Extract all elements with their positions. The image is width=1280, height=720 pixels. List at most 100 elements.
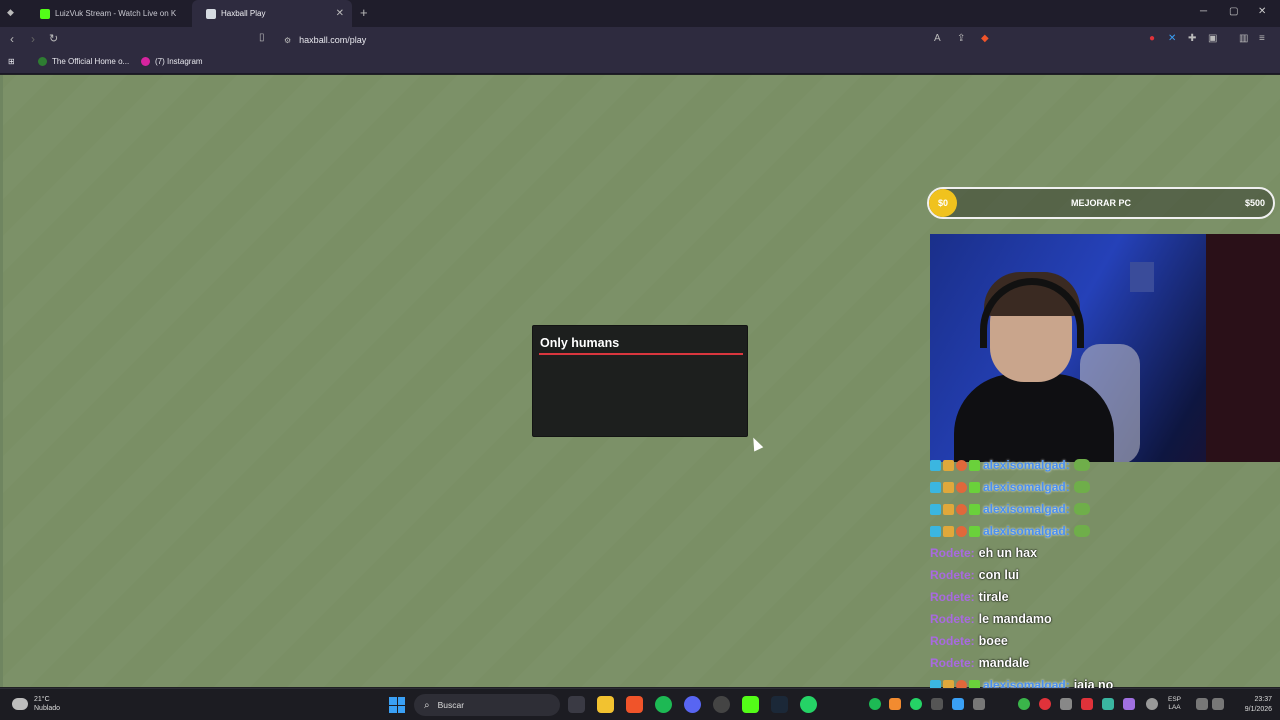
- menu-icon[interactable]: ≡: [1259, 33, 1265, 44]
- chat-username: alexisomalgad:: [983, 524, 1070, 538]
- bookmark-official-home[interactable]: The Official Home o...: [38, 57, 129, 66]
- new-tab-button[interactable]: +: [360, 5, 368, 20]
- tray-whatsapp-icon[interactable]: [910, 698, 922, 710]
- extensions-puzzle-icon[interactable]: ✚: [1188, 33, 1196, 44]
- chat-username: Rodete:: [930, 656, 975, 670]
- chat-message: alexisomalgad:: [930, 500, 1090, 518]
- task-view-icon[interactable]: [568, 696, 585, 713]
- back-icon[interactable]: ‹: [10, 32, 14, 46]
- wallet-icon[interactable]: ▣: [1208, 33, 1217, 44]
- tray-icon[interactable]: [1060, 698, 1072, 710]
- chat-text: tirale: [978, 590, 1009, 604]
- emote-icon: [1073, 525, 1090, 537]
- microphone-icon[interactable]: [1146, 698, 1158, 710]
- chat-username: Rodete:: [930, 634, 975, 648]
- steam-icon[interactable]: [771, 696, 788, 713]
- search-icon: ⌕: [424, 699, 430, 711]
- chat-badges: [930, 503, 980, 515]
- minimize-icon[interactable]: ─: [1200, 6, 1207, 17]
- bookmark-favicon-icon: [38, 57, 47, 66]
- goal-title: MEJORAR PC: [1070, 198, 1131, 208]
- reload-icon[interactable]: ↻: [49, 32, 58, 45]
- site-settings-icon[interactable]: ⚙: [284, 36, 291, 45]
- extension-icon[interactable]: ✕: [1168, 33, 1176, 44]
- chat-message: alexisomalgad:: [930, 522, 1090, 540]
- bookmark-icon[interactable]: ▯: [259, 32, 265, 43]
- brave-shields-icon[interactable]: ◆: [981, 33, 989, 44]
- start-button[interactable]: [389, 697, 405, 713]
- windows-taskbar: 21°C Nublado ⌕ Buscar ESP LAA 23:37 9/1/…: [0, 688, 1280, 720]
- chat-username: Rodete:: [930, 590, 975, 604]
- chat-message: alexisomalgad:: [930, 456, 1090, 474]
- tray-icon[interactable]: [931, 698, 943, 710]
- translate-icon[interactable]: A: [934, 33, 941, 44]
- browser-menu-icon[interactable]: ◆: [7, 7, 17, 17]
- obs-icon[interactable]: [713, 696, 730, 713]
- tray-icon[interactable]: [952, 698, 964, 710]
- tray-icon[interactable]: [1039, 698, 1051, 710]
- chat-username: Rodete:: [930, 546, 975, 560]
- clock-time: 23:37: [1254, 696, 1272, 703]
- share-icon[interactable]: ⇪: [957, 33, 965, 44]
- network-icon[interactable]: [1196, 698, 1208, 710]
- emote-icon: [1073, 459, 1090, 471]
- cloud-icon: [12, 698, 28, 710]
- chat-message: Rodete: le mandamo: [930, 610, 1052, 628]
- tray-icon[interactable]: [1018, 698, 1030, 710]
- kick-icon: [40, 8, 50, 19]
- volume-icon[interactable]: [1212, 698, 1224, 710]
- chat-badges: [930, 481, 980, 493]
- chat-text: le mandamo: [978, 612, 1052, 626]
- chat-message: Rodete: tirale: [930, 588, 1009, 606]
- tray-icon[interactable]: [889, 698, 901, 710]
- kick-app-icon[interactable]: [742, 696, 759, 713]
- dialog-title: Only humans: [540, 336, 620, 350]
- chat-username: alexisomalgad:: [983, 480, 1070, 494]
- goal-target: $500: [1244, 198, 1265, 208]
- bookmark-instagram[interactable]: (7) Instagram: [141, 57, 203, 66]
- tab-label: LuizVuk Stream - Watch Live on K: [55, 9, 177, 18]
- donation-goal-bar: $0 MEJORAR PC $500: [927, 187, 1275, 219]
- chat-username: alexisomalgad:: [983, 502, 1070, 516]
- input-language[interactable]: ESP LAA: [1168, 696, 1181, 712]
- tray-spotify-icon[interactable]: [869, 698, 881, 710]
- captcha-dialog: Only humans: [532, 325, 748, 437]
- weather-widget[interactable]: 21°C Nublado: [12, 695, 60, 713]
- chat-badges: [930, 459, 980, 471]
- chat-message: Rodete: eh un hax: [930, 544, 1037, 562]
- chat-text: con lui: [978, 568, 1019, 582]
- maximize-icon[interactable]: ▢: [1229, 6, 1238, 17]
- tray-icon[interactable]: [1102, 698, 1114, 710]
- weather-condition: Nublado: [34, 705, 61, 712]
- url-text: haxball.com/play: [299, 35, 367, 45]
- search-placeholder: Buscar: [437, 700, 465, 710]
- discord-icon[interactable]: [684, 696, 701, 713]
- tray-icon[interactable]: [973, 698, 985, 710]
- chat-text: boee: [978, 634, 1008, 648]
- streamer-webcam: [930, 234, 1280, 462]
- tab-label: Haxball Play: [221, 9, 266, 18]
- whatsapp-icon[interactable]: [800, 696, 817, 713]
- tray-icon[interactable]: [1081, 698, 1093, 710]
- close-tab-icon[interactable]: ✕: [336, 8, 344, 19]
- brave-browser-icon[interactable]: [626, 696, 643, 713]
- tab-luizvuk-stream[interactable]: LuizVuk Stream - Watch Live on K: [26, 0, 190, 27]
- chat-text: mandale: [978, 656, 1030, 670]
- tray-icon[interactable]: [1123, 698, 1135, 710]
- chat-message: alexisomalgad:: [930, 478, 1090, 496]
- forward-icon[interactable]: ›: [31, 32, 35, 46]
- taskbar-clock[interactable]: 23:37 9/1/2026: [1228, 695, 1272, 715]
- dialog-divider: [539, 353, 743, 355]
- tab-strip: ◆ LuizVuk Stream - Watch Live on K Haxba…: [0, 0, 1280, 27]
- address-bar[interactable]: ⚙ haxball.com/play: [276, 30, 1000, 50]
- apps-grid-icon[interactable]: ⊞: [8, 57, 15, 66]
- extension-icon[interactable]: ●: [1149, 33, 1155, 44]
- close-window-icon[interactable]: ✕: [1258, 6, 1266, 17]
- spotify-icon[interactable]: [655, 696, 672, 713]
- chat-username: alexisomalgad:: [983, 458, 1070, 472]
- tab-haxball-play[interactable]: Haxball Play ✕: [192, 0, 352, 27]
- bookmark-label: The Official Home o...: [52, 57, 130, 66]
- sidebar-icon[interactable]: ▥: [1239, 33, 1248, 44]
- taskbar-search[interactable]: ⌕ Buscar: [414, 694, 560, 716]
- file-explorer-icon[interactable]: [597, 696, 614, 713]
